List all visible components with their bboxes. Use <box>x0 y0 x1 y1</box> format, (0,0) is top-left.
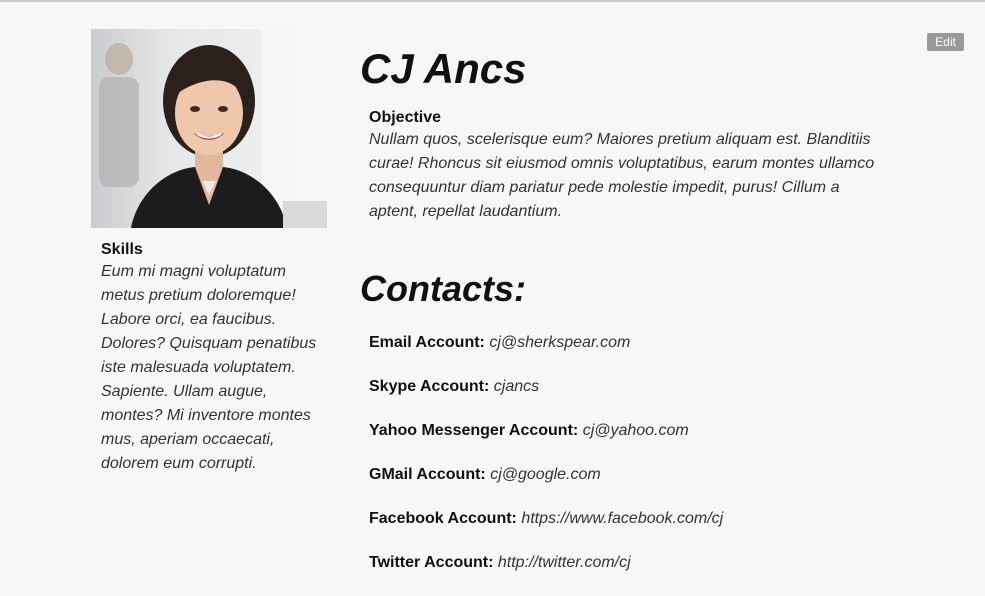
contact-twitter: Twitter Account: http://twitter.com/cj <box>369 552 889 596</box>
contact-label: Facebook Account: <box>369 510 517 527</box>
contact-value: http://twitter.com/cj <box>497 554 631 571</box>
contact-skype: Skype Account: cjancs <box>369 376 889 420</box>
profile-photo <box>91 29 327 228</box>
edit-button[interactable]: Edit <box>927 33 964 51</box>
contact-gmail: GMail Account: cj@google.com <box>369 464 889 508</box>
left-column: Skills Eum mi magni voluptatum metus pre… <box>91 29 327 476</box>
contact-facebook: Facebook Account: https://www.facebook.c… <box>369 508 889 552</box>
contact-email: Email Account: cj@sherkspear.com <box>369 332 889 376</box>
contacts-heading: Contacts: <box>360 268 527 309</box>
skills-section: Skills Eum mi magni voluptatum metus pre… <box>91 228 323 476</box>
contact-value: cj@yahoo.com <box>582 422 689 439</box>
contact-label: Twitter Account: <box>369 554 494 571</box>
skills-text: Eum mi magni voluptatum metus pretium do… <box>101 263 317 472</box>
contact-value: cjancs <box>493 378 540 395</box>
right-column: CJ Ancs Objective Nullam quos, scelerisq… <box>360 42 890 571</box>
contact-value: cj@sherkspear.com <box>489 334 631 351</box>
profile-name: CJ Ancs <box>360 45 527 92</box>
objective-section: Objective Nullam quos, scelerisque eum? … <box>360 108 881 224</box>
contact-yahoo: Yahoo Messenger Account: cj@yahoo.com <box>369 420 889 464</box>
contacts-list: Email Account: cj@sherkspear.com Skype A… <box>369 332 889 596</box>
contact-label: Skype Account: <box>369 378 490 395</box>
contact-label: Email Account: <box>369 334 485 351</box>
objective-text: Nullam quos, scelerisque eum? Maiores pr… <box>369 131 875 220</box>
objective-heading: Objective <box>369 109 442 126</box>
skills-heading: Skills <box>101 241 143 258</box>
contact-label: Yahoo Messenger Account: <box>369 422 579 439</box>
contact-label: GMail Account: <box>369 466 486 483</box>
contact-value: cj@google.com <box>490 466 601 483</box>
contact-value: https://www.facebook.com/cj <box>521 510 724 527</box>
